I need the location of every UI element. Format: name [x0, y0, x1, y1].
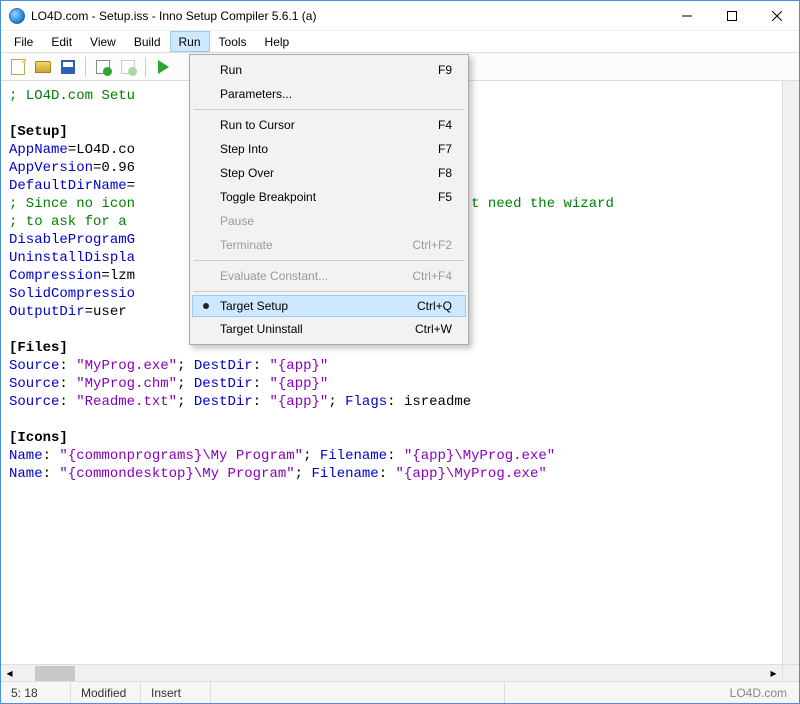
- menu-item-toggle-breakpoint[interactable]: Toggle BreakpointF5: [192, 185, 466, 209]
- window-title: LO4D.com - Setup.iss - Inno Setup Compil…: [31, 9, 664, 23]
- open-icon: [35, 61, 51, 73]
- menu-item-shortcut: Ctrl+Q: [417, 299, 452, 313]
- menu-item-terminate: TerminateCtrl+F2: [192, 233, 466, 257]
- menu-item-pause: Pause: [192, 209, 466, 233]
- menu-item-shortcut: Ctrl+F2: [412, 238, 452, 252]
- run-icon: [158, 60, 169, 74]
- menu-item-shortcut: F9: [438, 63, 452, 77]
- menubar: FileEditViewBuildRunToolsHelp: [1, 31, 799, 53]
- titlebar: LO4D.com - Setup.iss - Inno Setup Compil…: [1, 1, 799, 31]
- menu-item-label: Pause: [220, 214, 452, 228]
- minimize-button[interactable]: [664, 1, 709, 30]
- vertical-scrollbar[interactable]: [782, 81, 799, 664]
- code-line: Name: "{commonprograms}\My Program"; Fil…: [9, 447, 791, 465]
- status-brand: LO4D.com: [505, 682, 800, 703]
- menu-edit[interactable]: Edit: [42, 31, 81, 52]
- menu-item-run[interactable]: RunF9: [192, 58, 466, 82]
- app-window: LO4D.com - Setup.iss - Inno Setup Compil…: [0, 0, 800, 704]
- menu-item-shortcut: Ctrl+W: [415, 322, 452, 336]
- menu-item-label: Step Into: [220, 142, 438, 156]
- menu-view[interactable]: View: [81, 31, 125, 52]
- maximize-button[interactable]: [709, 1, 754, 30]
- save-icon: [61, 60, 75, 74]
- menu-item-shortcut: F8: [438, 166, 452, 180]
- code-line: Source: "MyProg.exe"; DestDir: "{app}": [9, 357, 791, 375]
- menu-item-label: Target Uninstall: [220, 322, 415, 336]
- code-line: [Icons]: [9, 429, 791, 447]
- menu-item-label: Run to Cursor: [220, 118, 438, 132]
- menu-item-label: Evaluate Constant...: [220, 269, 412, 283]
- app-icon: [9, 8, 25, 24]
- status-spacer: [211, 682, 505, 703]
- run-button[interactable]: [152, 56, 174, 78]
- menu-separator: [194, 260, 464, 261]
- menu-file[interactable]: File: [5, 31, 42, 52]
- menu-item-shortcut: F4: [438, 118, 452, 132]
- compile-run-icon: [121, 60, 135, 74]
- menu-item-shortcut: F5: [438, 190, 452, 204]
- menu-item-label: Toggle Breakpoint: [220, 190, 438, 204]
- horizontal-scrollbar[interactable]: ◂ ▸: [1, 664, 782, 681]
- scroll-thumb[interactable]: [35, 666, 75, 681]
- menu-item-label: Terminate: [220, 238, 412, 252]
- checked-dot-icon: [203, 303, 209, 309]
- code-line: Source: "Readme.txt"; DestDir: "{app}"; …: [9, 393, 791, 411]
- scroll-left-icon[interactable]: ◂: [1, 665, 18, 682]
- code-line: Name: "{commondesktop}\My Program"; File…: [9, 465, 791, 483]
- open-button[interactable]: [32, 56, 54, 78]
- menu-item-label: Target Setup: [220, 299, 417, 313]
- compile-run-button[interactable]: [117, 56, 139, 78]
- menu-separator: [194, 109, 464, 110]
- menu-item-label: Step Over: [220, 166, 438, 180]
- window-controls: [664, 1, 799, 30]
- menu-run[interactable]: Run: [170, 31, 210, 52]
- close-button[interactable]: [754, 1, 799, 30]
- menu-item-parameters[interactable]: Parameters...: [192, 82, 466, 106]
- menu-item-label: Parameters...: [220, 87, 452, 101]
- status-insert: Insert: [141, 682, 211, 703]
- code-line: Source: "MyProg.chm"; DestDir: "{app}": [9, 375, 791, 393]
- menu-help[interactable]: Help: [256, 31, 299, 52]
- menu-item-target-uninstall[interactable]: Target UninstallCtrl+W: [192, 317, 466, 341]
- scroll-corner: [782, 664, 799, 681]
- scroll-right-icon[interactable]: ▸: [765, 665, 782, 682]
- compile-button[interactable]: [92, 56, 114, 78]
- menu-tools[interactable]: Tools: [210, 31, 256, 52]
- new-icon: [11, 59, 25, 75]
- status-cursor: 5: 18: [1, 682, 71, 703]
- menu-item-run-to-cursor[interactable]: Run to CursorF4: [192, 113, 466, 137]
- menu-item-shortcut: F7: [438, 142, 452, 156]
- run-menu-dropdown: RunF9Parameters...Run to CursorF4Step In…: [189, 54, 469, 345]
- menu-item-label: Run: [220, 63, 438, 77]
- statusbar: 5: 18 Modified Insert LO4D.com: [1, 681, 799, 703]
- code-line: [9, 411, 791, 429]
- menu-item-shortcut: Ctrl+F4: [412, 269, 452, 283]
- menu-item-target-setup[interactable]: Target SetupCtrl+Q: [192, 295, 466, 317]
- menu-item-step-over[interactable]: Step OverF8: [192, 161, 466, 185]
- toolbar-separator: [85, 57, 86, 77]
- menu-separator: [194, 291, 464, 292]
- status-modified: Modified: [71, 682, 141, 703]
- new-button[interactable]: [7, 56, 29, 78]
- compile-icon: [96, 60, 110, 74]
- menu-item-step-into[interactable]: Step IntoF7: [192, 137, 466, 161]
- save-button[interactable]: [57, 56, 79, 78]
- menu-build[interactable]: Build: [125, 31, 170, 52]
- menu-item-evaluate-constant: Evaluate Constant...Ctrl+F4: [192, 264, 466, 288]
- toolbar-separator: [145, 57, 146, 77]
